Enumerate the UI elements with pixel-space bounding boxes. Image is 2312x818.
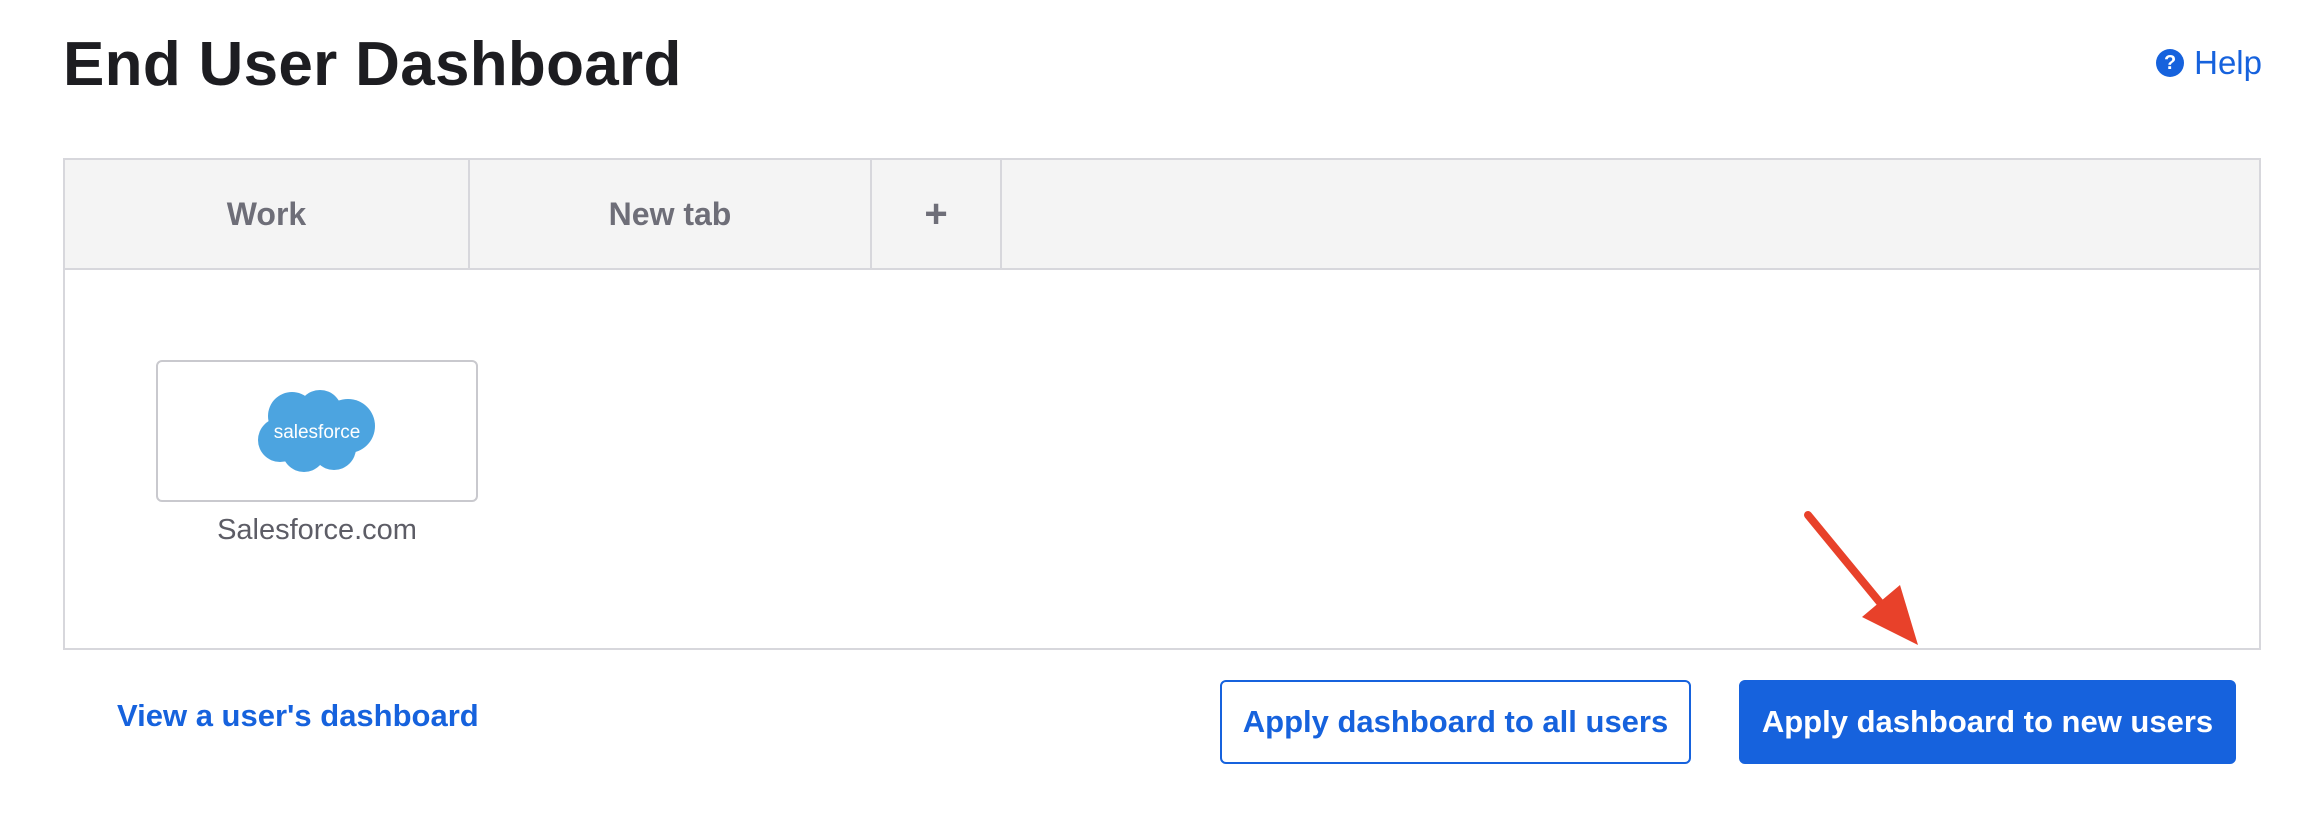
apply-dashboard-new-users-button[interactable]: Apply dashboard to new users [1739, 680, 2236, 764]
salesforce-logo-text: salesforce [274, 422, 361, 443]
app-tile-button[interactable]: salesforce [156, 360, 478, 502]
page-title: End User Dashboard [63, 30, 682, 99]
apply-dashboard-all-users-button[interactable]: Apply dashboard to all users [1220, 680, 1691, 764]
view-user-dashboard-link[interactable]: View a user's dashboard [117, 698, 479, 734]
annotation-arrow-icon [1804, 511, 1918, 645]
add-tab-button[interactable]: + [872, 160, 1002, 268]
app-name: Salesforce.com [217, 514, 417, 546]
tab-new-tab[interactable]: New tab [470, 160, 872, 268]
tab-bar: Work New tab + [65, 160, 2259, 270]
salesforce-logo: salesforce [258, 390, 375, 472]
dashboard-panel: Work New tab + salesforce Salesforce.com [63, 158, 2261, 650]
help-label: Help [2194, 44, 2262, 81]
question-circle-icon: ? [2156, 49, 2185, 77]
help-link[interactable]: ? Help [2156, 44, 2262, 82]
app-tile-salesforce: salesforce Salesforce.com [156, 360, 478, 547]
tab-bar-empty-space [1002, 160, 2259, 268]
tab-work[interactable]: Work [65, 160, 470, 268]
